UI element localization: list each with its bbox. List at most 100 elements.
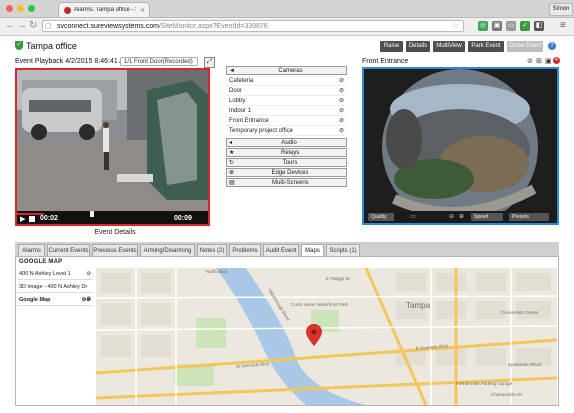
menu-icon[interactable]: ≡ (560, 20, 566, 31)
map-list-item-label: 3D image - 400 N Ashley Dr (19, 284, 88, 290)
camera-item[interactable]: Door ⊘ (226, 86, 347, 96)
relays-header[interactable]: ★ Relays (226, 148, 347, 157)
tab-current-events[interactable]: Current Events (47, 244, 90, 256)
map-canvas: Tampa Hillsborough River North Blvd W Ke… (96, 268, 557, 405)
close-window-icon[interactable] (6, 5, 13, 12)
camera-list: Cafeteria ⊘ Door ⊘ Lobby ⊘ Indoor 1 ⊘ Front … (226, 76, 347, 136)
tab-previous-events[interactable]: Previous Events (92, 244, 138, 256)
scrubber-handle[interactable] (90, 211, 94, 217)
bookmark-star-icon[interactable]: ☆ (452, 21, 459, 30)
site-favicon-icon (64, 6, 71, 14)
park-event-button[interactable]: Park Event (468, 41, 504, 52)
map-list-item-label: 400 N Ashley Level 1 (19, 271, 71, 277)
star-icon: ★ (229, 150, 235, 156)
screen-icon[interactable]: ▭ (410, 213, 416, 220)
browser-tab-title: Alarms: Tampa office - Sur (74, 7, 136, 13)
live-scene (364, 69, 557, 223)
zoom-out-icon[interactable]: ⊖ (449, 213, 454, 220)
zoom-in-icon[interactable]: ⊕ (459, 213, 464, 220)
profile-user-button[interactable]: Simon (549, 3, 573, 16)
play-icon[interactable]: ▶ (20, 215, 25, 223)
map-list-item[interactable]: 3D image - 400 N Ashley Dr ⊘ (17, 281, 93, 302)
back-arrow-icon[interactable]: ← (5, 20, 15, 32)
presets-dropdown[interactable]: Presets (509, 213, 549, 221)
camera-item[interactable]: Indoor 1 ⊘ (226, 106, 347, 116)
map-poi-label: Convention Center (501, 310, 539, 315)
map-list-item[interactable]: 400 N Ashley Level 1 ⊘ (17, 268, 93, 280)
edge-devices-header[interactable]: ⊗ Edge Devices (226, 168, 347, 177)
map-poi-label: Curtis Hixon Waterfront Park (291, 302, 349, 307)
speed-dropdown[interactable]: Speed (471, 213, 503, 221)
link-icon: ⊘ (338, 108, 344, 114)
multi-screens-header[interactable]: ▤ Multi-Screens (226, 178, 347, 187)
tab-maps[interactable]: Maps (301, 244, 324, 256)
browser-tab[interactable]: Alarms: Tampa office - Sur ✕ (58, 2, 150, 17)
relays-title: Relays (281, 150, 300, 156)
map-list-item[interactable]: Google Map ⊘⊘ (17, 294, 93, 306)
playback-video[interactable] (15, 68, 210, 226)
camera-item-label: Temporary project office (229, 128, 293, 134)
extension-icon[interactable]: ▣ (492, 21, 502, 31)
cameras-title: Cameras (278, 68, 303, 74)
tour-icon: ↻ (229, 160, 235, 166)
checkmark-icon[interactable]: ✓ (520, 21, 530, 31)
camera-icon: ◄ (229, 68, 235, 74)
camera-item[interactable]: Cafeteria ⊘ (226, 76, 347, 86)
close-icon[interactable]: ✕ (553, 57, 560, 64)
tab-audit-event[interactable]: Audit Event (263, 244, 299, 256)
tours-title: Tours (282, 160, 298, 166)
cast-icon[interactable]: ▭ (506, 21, 516, 31)
multiview-button[interactable]: MultiView (433, 41, 465, 52)
screen-icon[interactable]: ▣ (545, 57, 552, 65)
minimize-window-icon[interactable] (17, 5, 24, 12)
live-video[interactable] (362, 67, 559, 225)
camera-select[interactable]: 1/1 Front Door(Recorded) ⌄ (120, 57, 198, 74)
link-icon[interactable]: ⊘ (527, 57, 533, 65)
site-title: Tampa office (26, 41, 77, 51)
maximize-window-icon[interactable] (28, 5, 35, 12)
details-button[interactable]: Details (406, 41, 430, 52)
tab-arming-disarming[interactable]: Arming/Disarming (140, 244, 195, 256)
map-poi-label: Fort Brooke Parking Garage (456, 381, 513, 386)
forward-arrow-icon[interactable]: → (17, 20, 27, 32)
help-icon[interactable]: ? (548, 42, 556, 50)
expand-icon[interactable]: ⤢ (204, 57, 215, 68)
map-street-label: Channelside Dr (491, 392, 523, 397)
link-icon: ⊘ (338, 78, 344, 84)
camera-item[interactable]: Lobby ⊘ (226, 96, 347, 106)
extension-icon[interactable]: ◧ (534, 21, 544, 31)
time-current: 00:02 (40, 215, 58, 222)
event-details-link[interactable]: Event Details (60, 229, 170, 236)
camera-item[interactable]: Temporary project office ⊘ (226, 126, 347, 136)
grid-icon[interactable]: ⊞ (536, 57, 542, 65)
close-tab-icon[interactable]: ✕ (140, 7, 145, 14)
link-icon: ⊘ (338, 98, 344, 104)
tab-alarms[interactable]: Alarms (18, 244, 45, 256)
snapshot-icon[interactable] (29, 216, 35, 222)
speaker-icon: ◂ (229, 140, 233, 146)
audio-header[interactable]: ◂ Audio (226, 138, 347, 147)
link-icon: ⊘ (86, 271, 91, 277)
device-icon: ⊗ (229, 170, 235, 176)
tab-problems[interactable]: Problems (229, 244, 261, 256)
tab-notes[interactable]: Notes (2) (197, 244, 227, 256)
camera-item[interactable]: Front Entrance ⊘ (226, 116, 347, 126)
map-street-label: North Blvd (206, 269, 228, 274)
link-icon: ⊘ (338, 128, 344, 134)
extension-icon[interactable]: ◎ (478, 21, 488, 31)
close-event-button[interactable]: Close Event (507, 41, 543, 52)
tab-scripts[interactable]: Scripts (1) (326, 244, 360, 256)
google-map[interactable]: Tampa Hillsborough River North Blvd W Ke… (96, 268, 557, 405)
event-playback-label: Event Playback 4/2/2015 8:46:41 AM (15, 58, 130, 65)
edge-devices-title: Edge Devices (271, 170, 309, 176)
address-bar[interactable]: svconnect.sureviewsystems.com/SiteMonito… (42, 20, 464, 32)
map-city-label: Tampa (406, 301, 431, 310)
quality-dropdown[interactable]: Quality (368, 213, 394, 221)
reload-icon[interactable]: ↻ (29, 20, 37, 32)
cameras-header[interactable]: ◄ Cameras (226, 66, 347, 75)
link-icon: ⊘ (338, 118, 344, 124)
multi-screens-title: Multi-Screens (271, 180, 309, 186)
tours-header[interactable]: ↻ Tours (226, 158, 347, 167)
camera-item-label: Front Entrance (229, 118, 269, 124)
raise-button[interactable]: Raise (380, 41, 403, 52)
